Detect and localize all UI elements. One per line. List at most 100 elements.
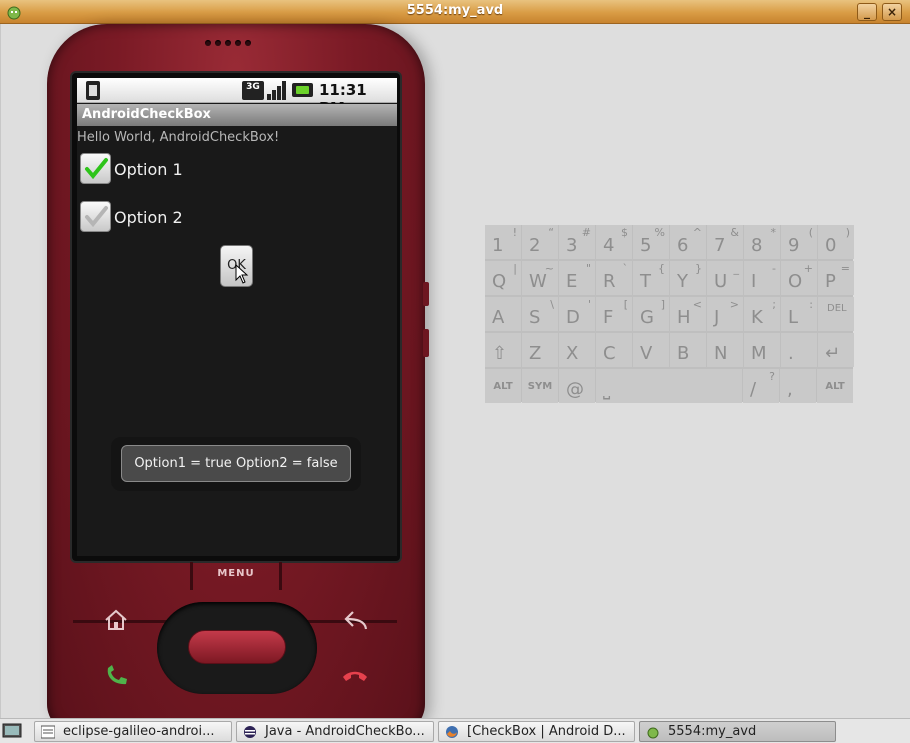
trackball-button[interactable] (188, 630, 286, 664)
taskbar-item-eclipse[interactable]: eclipse-galileo-androi... (34, 721, 232, 742)
checkbox-unchecked-icon[interactable] (80, 201, 111, 232)
key-row1-7[interactable]: 8 * (744, 225, 780, 259)
show-desktop-icon[interactable] (2, 722, 22, 740)
key-row3-2[interactable]: D ' (559, 297, 595, 331)
checkbox-option-2[interactable]: Option 2 (80, 200, 280, 236)
key-row2-9[interactable]: P = (818, 261, 854, 295)
key-row1-3[interactable]: 4 $ (596, 225, 632, 259)
key-alt-label: ( (808, 226, 813, 239)
key-main-label: I (751, 271, 757, 292)
key-row4-7[interactable]: M (744, 333, 780, 367)
key-row1-6[interactable]: 7 & (707, 225, 743, 259)
key-row1-0[interactable]: 1! (485, 225, 521, 259)
menu-key[interactable]: MENU (190, 562, 282, 590)
key-alt-label: * (770, 226, 777, 239)
home-key-icon[interactable] (103, 608, 129, 632)
checkbox-checked-icon[interactable] (80, 153, 111, 184)
hello-text: Hello World, AndroidCheckBox! (77, 130, 280, 145)
key-main-label: Z (529, 343, 542, 364)
key-main-label: K (751, 307, 763, 328)
key-alt-label: - (772, 262, 776, 275)
key-space[interactable]: ⎵ (596, 369, 742, 403)
key-row4-5[interactable]: B (670, 333, 706, 367)
device-screen[interactable]: 3G 11:31 PM AndroidCheckBox Hello World,… (77, 78, 397, 556)
back-key-icon[interactable] (343, 608, 369, 632)
key-row3-3[interactable]: F[ (596, 297, 632, 331)
key-row3-8[interactable]: L: (781, 297, 817, 331)
key-alt-left[interactable]: ALT (485, 369, 521, 403)
key-row2-7[interactable]: I- (744, 261, 780, 295)
key-row3-9[interactable]: DEL (818, 297, 854, 331)
key-main-label: . (788, 343, 794, 364)
key-alt-label: ' (587, 298, 591, 311)
key-row1-9[interactable]: 0) (818, 225, 854, 259)
key-row3-7[interactable]: K; (744, 297, 780, 331)
key-main-label: 6 (677, 235, 689, 256)
key-row4-0[interactable]: ⇧ (485, 333, 521, 367)
key-comma[interactable]: , (780, 369, 816, 403)
key-alt-right[interactable]: ALT (817, 369, 853, 403)
key-row4-4[interactable]: V (633, 333, 669, 367)
key-alt-label: { (658, 262, 665, 275)
key-row1-8[interactable]: 9( (781, 225, 817, 259)
key-main-label: S (529, 307, 541, 328)
key-main-label: T (640, 271, 651, 292)
key-row4-2[interactable]: X (559, 333, 595, 367)
key-main-label: Q (492, 271, 507, 292)
key-row1-1[interactable]: 2 “ (522, 225, 558, 259)
key-row4-8[interactable]: . (781, 333, 817, 367)
toast-message: Option1 = true Option2 = false (121, 445, 351, 482)
key-main-label: B (677, 343, 690, 364)
key-at[interactable]: @ (559, 369, 595, 403)
key-row2-0[interactable]: Q | (485, 261, 521, 295)
taskbar-item-emulator[interactable]: 5554:my_avd (639, 721, 836, 742)
key-main-label: E (566, 271, 578, 292)
key-row2-6[interactable]: U _ (707, 261, 743, 295)
key-row4-6[interactable]: N (707, 333, 743, 367)
key-main-label: 1 (492, 235, 504, 256)
key-row1-2[interactable]: 3 # (559, 225, 595, 259)
key-row3-4[interactable]: G] (633, 297, 669, 331)
key-alt-label: ] (660, 298, 665, 311)
key-row2-8[interactable]: O + (781, 261, 817, 295)
key-row2-4[interactable]: T{ (633, 261, 669, 295)
key-alt-label: ! (512, 226, 517, 239)
key-main-label: G (640, 307, 654, 328)
key-alt-label: % (654, 226, 665, 239)
key-row2-5[interactable]: Y} (670, 261, 706, 295)
key-row3-6[interactable]: J > (707, 297, 743, 331)
key-row2-2[interactable]: E " (559, 261, 595, 295)
minimize-button[interactable]: _ (857, 3, 877, 21)
key-row3-5[interactable]: H < (670, 297, 706, 331)
key-row2-1[interactable]: W ~ (522, 261, 558, 295)
key-sym[interactable]: SYM (522, 369, 558, 403)
key-row3-0[interactable]: A (485, 297, 521, 331)
checkbox-option-1[interactable]: Option 1 (80, 152, 280, 188)
volume-down-key[interactable] (423, 329, 429, 357)
call-key-icon[interactable] (103, 664, 131, 688)
taskbar-item-browser[interactable]: [CheckBox | Android D... (438, 721, 635, 742)
volume-up-key[interactable] (423, 282, 429, 306)
end-call-key-icon[interactable] (341, 666, 369, 686)
terminal-icon (41, 725, 55, 739)
key-row1-5[interactable]: 6 ^ (670, 225, 706, 259)
key-row3-1[interactable]: S \ (522, 297, 558, 331)
key-row4-9[interactable]: ↵ (818, 333, 854, 367)
key-alt-label: # (581, 226, 591, 239)
battery-charging-icon (292, 83, 313, 97)
key-row2-3[interactable]: R ` (596, 261, 632, 295)
key-row4-1[interactable]: Z (522, 333, 558, 367)
key-row4-3[interactable]: C (596, 333, 632, 367)
key-main-label: 4 (603, 235, 615, 256)
key-main-label: L (788, 307, 799, 328)
app-title-bar: AndroidCheckBox (77, 104, 397, 126)
key-main-label: H (677, 307, 691, 328)
signal-strength-icon (267, 81, 287, 100)
key-main-label: 9 (788, 235, 800, 256)
taskbar-item-java[interactable]: Java - AndroidCheckBo... (236, 721, 434, 742)
close-button[interactable]: × (882, 3, 902, 21)
key-slash[interactable]: /? (743, 369, 779, 403)
key-main-label: U (714, 271, 728, 292)
checkbox-label: Option 2 (114, 208, 183, 227)
key-row1-4[interactable]: 5% (633, 225, 669, 259)
